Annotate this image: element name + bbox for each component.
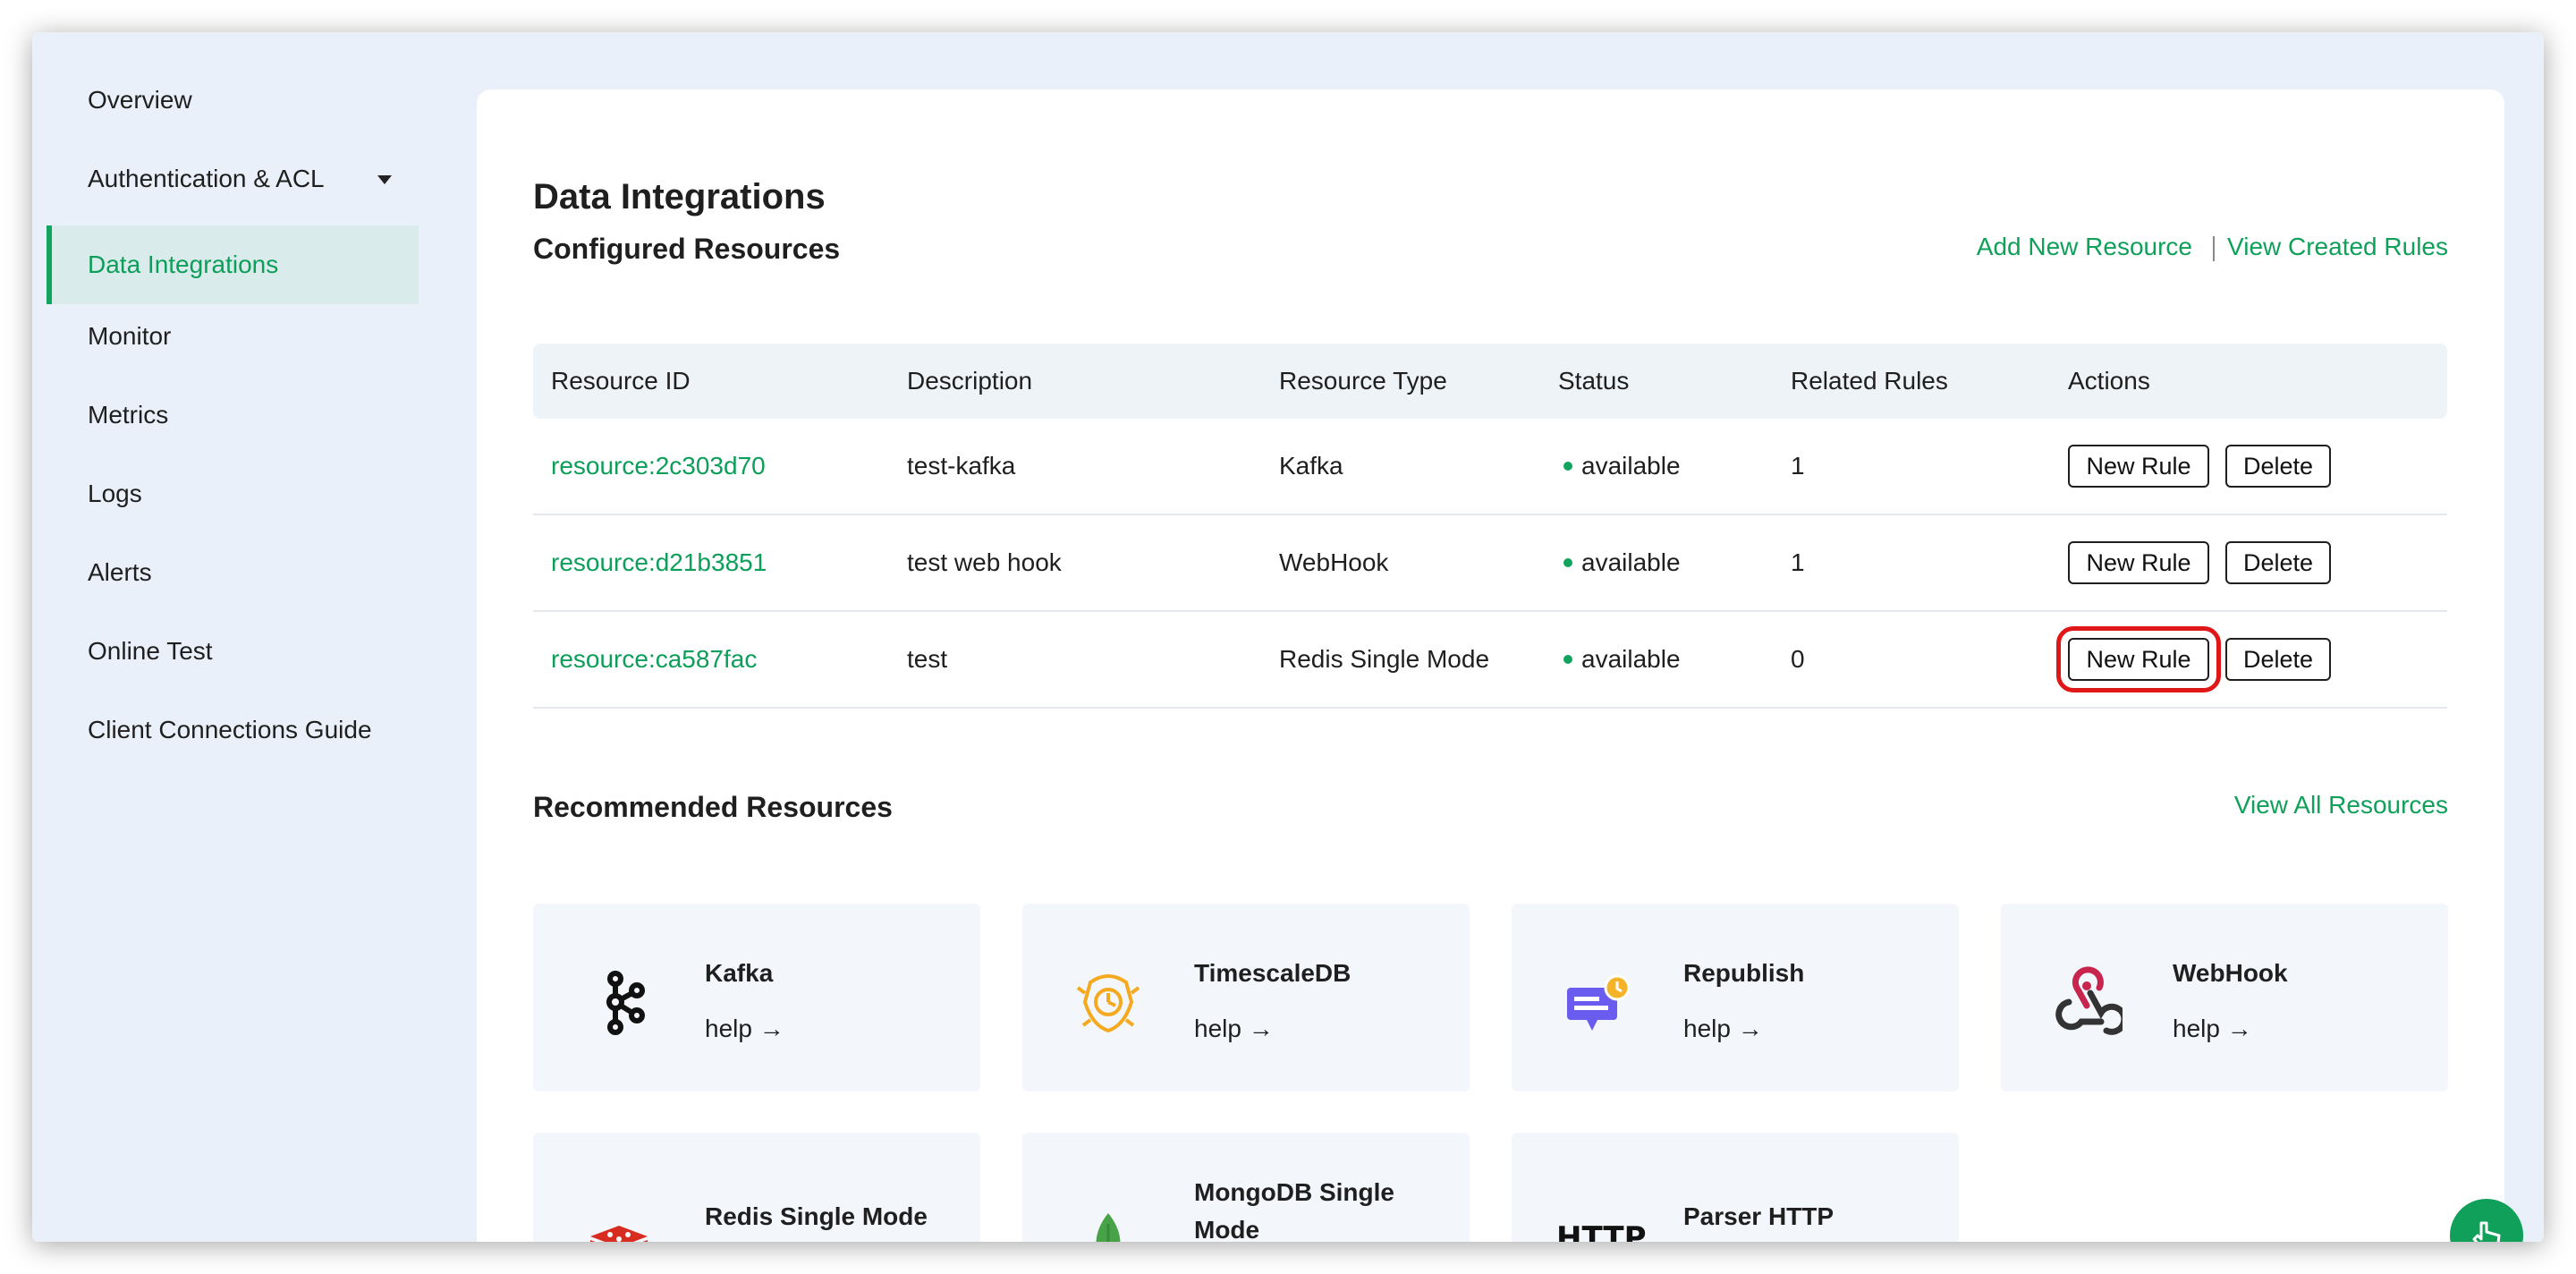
sidebar-item-metrics[interactable]: Metrics bbox=[47, 376, 419, 454]
sidebar-item-label: Client Connections Guide bbox=[88, 716, 372, 743]
new-rule-button[interactable]: New Rule bbox=[2068, 541, 2209, 584]
help-link[interactable]: help → bbox=[705, 1015, 784, 1043]
delete-button[interactable]: Delete bbox=[2225, 541, 2331, 584]
actions-cell: New Rule Delete bbox=[2056, 612, 2347, 707]
recommended-resources-title: Recommended Resources bbox=[533, 791, 893, 823]
delete-button[interactable]: Delete bbox=[2225, 638, 2331, 681]
sidebar-item-online-test[interactable]: Online Test bbox=[47, 612, 419, 691]
column-header-actions: Actions bbox=[2068, 367, 2150, 395]
pointer-hand-icon bbox=[2472, 1221, 2501, 1242]
status-text: available bbox=[1581, 452, 1681, 480]
new-rule-button[interactable]: New Rule bbox=[2068, 445, 2209, 488]
link-separator bbox=[2213, 236, 2215, 261]
sidebar-item-label: Monitor bbox=[88, 322, 172, 350]
card-title: TimescaleDB bbox=[1194, 959, 1352, 987]
sidebar-item-label: Logs bbox=[88, 480, 142, 507]
view-all-resources-link[interactable]: View All Resources bbox=[2234, 791, 2448, 820]
republish-icon bbox=[1567, 974, 1631, 1031]
resource-type: Kafka bbox=[1279, 452, 1343, 480]
resource-id-link[interactable]: resource:ca587fac bbox=[551, 612, 757, 707]
page-title: Data Integrations bbox=[533, 177, 826, 217]
resource-card-parser-http[interactable]: HTTP Parser HTTP help → bbox=[1512, 1133, 1959, 1242]
status-text: available bbox=[1581, 645, 1681, 673]
resource-description: test web hook bbox=[907, 548, 1062, 576]
card-title: WebHook bbox=[2173, 959, 2288, 987]
status-cell: available bbox=[1558, 419, 1681, 514]
timescaledb-icon bbox=[1076, 974, 1140, 1033]
status-cell: available bbox=[1558, 515, 1681, 610]
resource-card-republish[interactable]: Republish help → bbox=[1512, 904, 1959, 1091]
related-rules-count: 0 bbox=[1791, 645, 1805, 673]
resource-description: test-kafka bbox=[907, 452, 1016, 480]
new-rule-button-highlighted[interactable]: New Rule bbox=[2056, 626, 2221, 692]
sidebar-item-monitor[interactable]: Monitor bbox=[47, 297, 419, 376]
table-row: resource:d21b3851 test web hook WebHook … bbox=[533, 515, 2447, 612]
add-new-resource-link[interactable]: Add New Resource bbox=[1977, 233, 2192, 261]
card-title: Republish bbox=[1683, 959, 1805, 987]
resource-id-link[interactable]: resource:2c303d70 bbox=[551, 419, 766, 514]
sidebar: Overview Authentication & ACL Data Integ… bbox=[32, 32, 453, 1242]
status-text: available bbox=[1581, 548, 1681, 576]
caret-down-icon bbox=[377, 175, 392, 184]
card-title: Parser HTTP bbox=[1683, 1202, 1835, 1230]
resource-description: test bbox=[907, 645, 948, 673]
column-header-status: Status bbox=[1558, 367, 1630, 395]
table-header: Resource ID Description Resource Type St… bbox=[533, 344, 2447, 419]
resource-card-timescaledb[interactable]: TimescaleDB help → bbox=[1022, 904, 1470, 1091]
http-icon: HTTP bbox=[1556, 1220, 1647, 1242]
kafka-icon bbox=[606, 971, 645, 1035]
resource-card-webhook[interactable]: WebHook help → bbox=[2001, 904, 2448, 1091]
resource-type: Redis Single Mode bbox=[1279, 645, 1490, 673]
view-created-rules-link[interactable]: View Created Rules bbox=[2227, 233, 2448, 261]
sidebar-item-label: Overview bbox=[88, 86, 192, 114]
related-rules-count: 1 bbox=[1791, 548, 1805, 576]
card-title: Kafka bbox=[705, 959, 774, 987]
resource-type: WebHook bbox=[1279, 548, 1389, 576]
help-link[interactable]: help → bbox=[2173, 1015, 2252, 1043]
sidebar-item-label: Authentication & ACL bbox=[88, 165, 325, 192]
help-link[interactable]: help → bbox=[1194, 1015, 1274, 1043]
resource-card-kafka[interactable]: Kafka help → bbox=[533, 904, 980, 1091]
status-dot-icon bbox=[1563, 558, 1572, 567]
table-row: resource:ca587fac test Redis Single Mode… bbox=[533, 612, 2447, 709]
resource-id-link[interactable]: resource:d21b3851 bbox=[551, 515, 767, 610]
sidebar-item-alerts[interactable]: Alerts bbox=[47, 533, 419, 612]
resource-card-mongodb[interactable]: MongoDB Single Mode bbox=[1022, 1133, 1470, 1242]
card-title: MongoDB Single Mode bbox=[1194, 1178, 1394, 1242]
actions-cell: New Rule Delete bbox=[2068, 419, 2347, 514]
table-row: resource:2c303d70 test-kafka Kafka avail… bbox=[533, 419, 2447, 515]
status-dot-icon bbox=[1563, 462, 1572, 471]
sidebar-item-client-connections-guide[interactable]: Client Connections Guide bbox=[47, 691, 419, 769]
sidebar-item-authentication-acl[interactable]: Authentication & ACL bbox=[47, 140, 419, 218]
main-content: Data Integrations Configured Resources A… bbox=[477, 89, 2504, 1242]
sidebar-item-label: Metrics bbox=[88, 401, 169, 429]
sidebar-item-data-integrations[interactable]: Data Integrations bbox=[47, 225, 419, 304]
card-title: Redis Single Mode bbox=[705, 1202, 928, 1230]
sidebar-item-label: Online Test bbox=[88, 637, 213, 665]
resources-table: Resource ID Description Resource Type St… bbox=[533, 344, 2447, 709]
actions-cell: New Rule Delete bbox=[2068, 515, 2347, 610]
sidebar-item-label: Alerts bbox=[88, 558, 152, 586]
column-header-resource-type: Resource Type bbox=[1279, 367, 1447, 395]
status-cell: available bbox=[1558, 612, 1681, 707]
column-header-related-rules: Related Rules bbox=[1791, 367, 1948, 395]
sidebar-item-logs[interactable]: Logs bbox=[47, 454, 419, 533]
configured-resources-title: Configured Resources bbox=[533, 233, 841, 265]
resource-card-redis[interactable]: Redis Single Mode help → bbox=[533, 1133, 980, 1242]
status-dot-icon bbox=[1563, 655, 1572, 664]
help-link[interactable]: help → bbox=[1683, 1015, 1763, 1043]
column-header-description: Description bbox=[907, 367, 1033, 395]
related-rules-count: 1 bbox=[1791, 452, 1805, 480]
webhook-icon bbox=[2055, 966, 2123, 1035]
delete-button[interactable]: Delete bbox=[2225, 445, 2331, 488]
sidebar-item-label: Data Integrations bbox=[88, 251, 279, 278]
sidebar-item-overview[interactable]: Overview bbox=[47, 61, 419, 140]
redis-icon bbox=[590, 1226, 648, 1242]
column-header-resource-id: Resource ID bbox=[551, 367, 691, 395]
mongodb-icon bbox=[1096, 1213, 1121, 1242]
app-window: Overview Authentication & ACL Data Integ… bbox=[32, 32, 2544, 1242]
